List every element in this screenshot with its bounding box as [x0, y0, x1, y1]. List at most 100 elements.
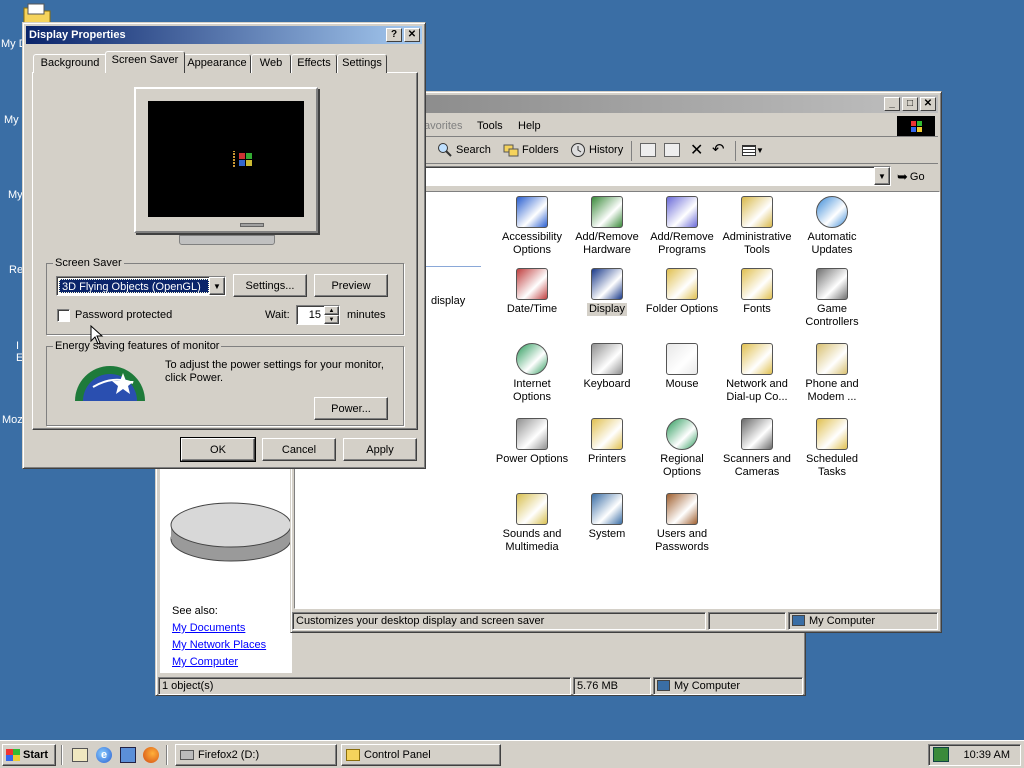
network-tray-icon[interactable] — [933, 747, 949, 762]
address-dropdown-button[interactable]: ▼ — [874, 167, 890, 185]
globe-icon — [666, 418, 698, 450]
power-button[interactable]: Power... — [314, 397, 388, 420]
cp-item-system[interactable]: System — [569, 493, 645, 541]
cp-item-label: Automatic Updates — [807, 231, 857, 256]
cp-item-accessibility-options[interactable]: Accessibility Options — [494, 196, 570, 257]
desktop-label: My — [4, 114, 19, 126]
windows-logo-icon — [897, 116, 935, 136]
cp-item-scheduled-tasks[interactable]: Scheduled Tasks — [794, 418, 870, 479]
cp-item-add-remove-hardware[interactable]: Add/Remove Hardware — [569, 196, 645, 257]
cp-item-display[interactable]: Display — [569, 268, 645, 316]
wait-spin-down[interactable]: ▼ — [324, 315, 339, 324]
history-button[interactable]: History — [570, 142, 623, 158]
minimize-button[interactable]: _ — [884, 97, 900, 111]
internet-explorer-icon[interactable]: e — [96, 747, 112, 763]
scheduled-tasks-icon — [816, 418, 848, 450]
cp-item-game-controllers[interactable]: Game Controllers — [794, 268, 870, 329]
cp-item-scanners-and-cameras[interactable]: Scanners and Cameras — [719, 418, 795, 479]
apply-button[interactable]: Apply — [343, 438, 417, 461]
move-to-icon[interactable] — [640, 143, 656, 157]
cancel-button[interactable]: Cancel — [262, 438, 336, 461]
delete-icon[interactable]: ✕ — [690, 140, 703, 160]
cp-item-label: Internet Options — [513, 378, 551, 403]
tab-web[interactable]: Web — [251, 54, 291, 73]
energy-groupbox: Energy saving features of monitor To adj… — [46, 340, 404, 426]
cp-item-regional-options[interactable]: Regional Options — [644, 418, 720, 479]
menu-help[interactable]: Help — [518, 120, 541, 132]
views-icon[interactable]: ▼ — [742, 143, 764, 157]
menu-favorites[interactable]: avorites — [424, 120, 463, 132]
ok-button[interactable]: OK — [180, 437, 256, 462]
cp-item-folder-options[interactable]: Folder Options — [644, 268, 720, 316]
link-my-network-places[interactable]: My Network Places — [172, 639, 266, 651]
monitor-stand — [179, 235, 275, 245]
folders-icon — [503, 144, 519, 157]
cp-item-automatic-updates[interactable]: Automatic Updates — [794, 196, 870, 257]
task-firefox2[interactable]: Firefox2 (D:) — [175, 744, 337, 766]
close-button[interactable]: ✕ — [920, 97, 936, 111]
outlook-express-icon[interactable] — [120, 747, 136, 763]
cp-item-label: Printers — [588, 453, 626, 465]
copy-to-icon[interactable] — [664, 143, 680, 157]
computer-icon — [792, 615, 805, 626]
password-checkbox[interactable] — [57, 309, 70, 322]
energy-star-icon — [75, 366, 145, 401]
maximize-button[interactable]: □ — [902, 97, 918, 111]
desktop-label: Re — [9, 264, 24, 276]
screensaver-dropdown-button[interactable]: ▼ — [209, 277, 225, 295]
cp-item-add-remove-programs[interactable]: Add/Remove Programs — [644, 196, 720, 257]
cp-item-internet-options[interactable]: Internet Options — [494, 343, 570, 404]
show-desktop-icon[interactable] — [72, 748, 88, 762]
tab-screen-saver[interactable]: Screen Saver — [105, 51, 185, 73]
cp-item-label: Scheduled Tasks — [806, 453, 858, 478]
folders-button[interactable]: Folders — [503, 142, 559, 158]
wait-input[interactable]: 15 ▲ ▼ — [296, 305, 340, 325]
cp-item-phone-and-modem[interactable]: Phone and Modem ... — [794, 343, 870, 404]
settings-button[interactable]: Settings... — [233, 274, 307, 297]
cp-item-keyboard[interactable]: Keyboard — [569, 343, 645, 391]
undo-icon[interactable]: ↶ — [712, 140, 725, 158]
cp-item-label: Mouse — [665, 378, 699, 390]
address-input[interactable]: el ▼ — [409, 166, 891, 186]
go-button[interactable]: ➥ Go — [897, 169, 925, 185]
folder-icon — [23, 3, 51, 24]
start-button[interactable]: Start — [2, 744, 56, 766]
tab-appearance[interactable]: Appearance — [183, 54, 251, 73]
menu-tools[interactable]: Tools — [477, 120, 503, 132]
cp-item-mouse[interactable]: Mouse — [644, 343, 720, 391]
cp-item-users-and-passwords[interactable]: Users and Passwords — [644, 493, 720, 554]
cp-item-power-options[interactable]: Power Options — [494, 418, 570, 466]
flying-windows-logo-icon — [233, 151, 256, 169]
cp-item-network-and-dial-up-co[interactable]: Network and Dial-up Co... — [719, 343, 795, 404]
status-size: 5.76 MB — [573, 677, 651, 695]
firefox-icon[interactable] — [143, 747, 159, 763]
cp-item-sounds-and-multimedia[interactable]: Sounds and Multimedia — [494, 493, 570, 554]
status-empty — [708, 612, 786, 630]
cp-item-administrative-tools[interactable]: Administrative Tools — [719, 196, 795, 257]
close-button[interactable]: ✕ — [404, 28, 420, 42]
link-my-documents[interactable]: My Documents — [172, 622, 245, 634]
task-control-panel[interactable]: Control Panel — [341, 744, 501, 766]
mouse-icon — [666, 343, 698, 375]
cp-item-label: Display — [586, 303, 628, 316]
dialog-titlebar[interactable]: Display Properties ? ✕ — [26, 26, 422, 44]
tab-settings[interactable]: Settings — [337, 54, 387, 73]
screensaver-select[interactable]: 3D Flying Objects (OpenGL) ▼ — [56, 276, 226, 296]
task-label: Control Panel — [364, 749, 431, 761]
taskbar-separator — [61, 745, 63, 765]
link-my-computer[interactable]: My Computer — [172, 656, 238, 668]
cp-item-label: Keyboard — [583, 378, 631, 390]
preview-button[interactable]: Preview — [314, 274, 388, 297]
wait-spin-up[interactable]: ▲ — [324, 306, 339, 315]
help-button[interactable]: ? — [386, 28, 402, 42]
tab-effects[interactable]: Effects — [291, 54, 337, 73]
cp-item-printers[interactable]: Printers — [569, 418, 645, 466]
display-properties-dialog[interactable]: Display Properties ? ✕ Background Screen … — [22, 22, 426, 469]
cp-item-date-time[interactable]: Date/Time — [494, 268, 570, 316]
cp-item-label: Folder Options — [645, 303, 719, 315]
wait-value: 15 — [308, 309, 321, 321]
clock[interactable]: 10:39 AM — [964, 749, 1010, 761]
search-button[interactable]: Search — [437, 142, 491, 158]
cp-item-fonts[interactable]: Fonts — [719, 268, 795, 316]
tab-background[interactable]: Background — [33, 54, 107, 73]
